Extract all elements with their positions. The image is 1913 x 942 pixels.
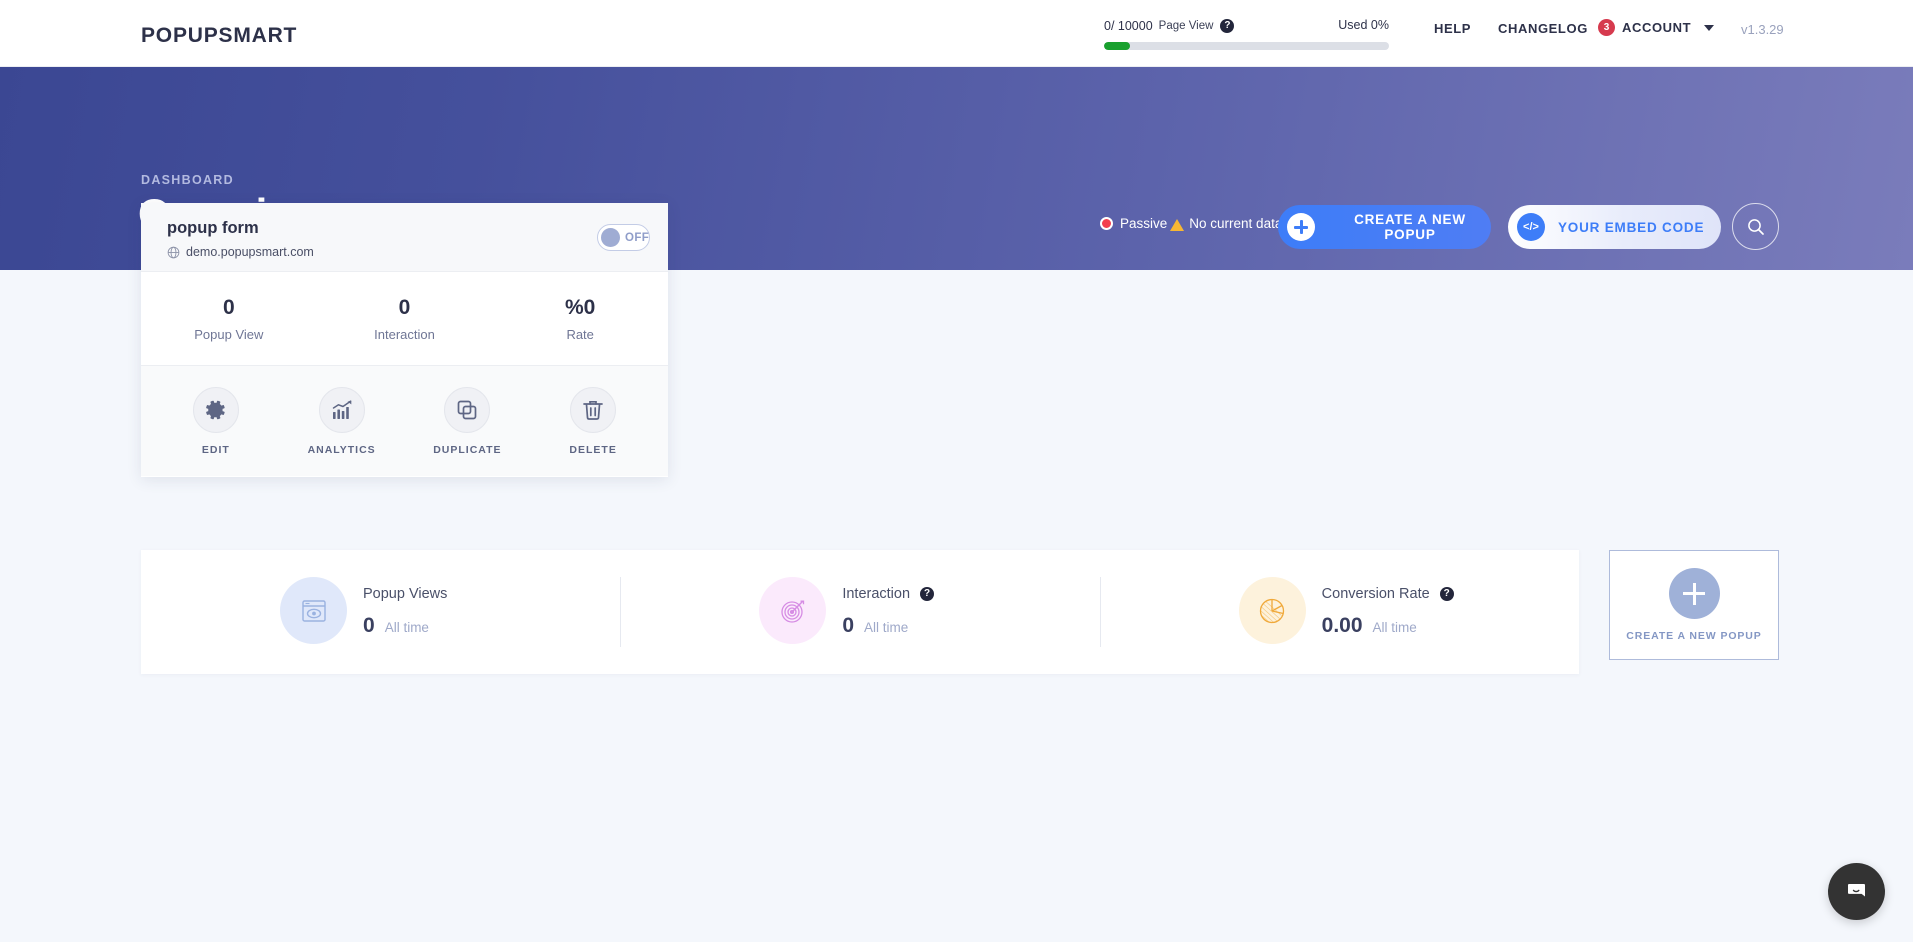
popup-stat-value: 0 xyxy=(398,295,411,319)
toggle-knob xyxy=(601,228,620,247)
popup-card-actions: EDIT ANALYTICS DUPLICATE DELETE xyxy=(141,365,668,476)
trash-icon xyxy=(570,386,617,433)
search-button[interactable] xyxy=(1732,203,1779,250)
popup-stat-label: Interaction xyxy=(374,326,435,342)
page-view-usage: 0/ 10000 Page View ? Used 0% xyxy=(1104,18,1389,50)
record-dot-icon xyxy=(1100,217,1113,230)
usage-help-icon[interactable]: ? xyxy=(1220,19,1235,33)
account-notification-badge: 3 xyxy=(1598,19,1615,36)
usage-used-percent: Used 0% xyxy=(1338,18,1389,32)
chevron-down-icon xyxy=(1704,24,1715,31)
app-version: v1.3.29 xyxy=(1741,22,1784,37)
status-state: Passive xyxy=(1120,216,1168,231)
popup-status-toggle[interactable]: OFF xyxy=(597,224,650,251)
your-embed-code-label: YOUR EMBED CODE xyxy=(1558,219,1705,235)
status-message: No current data xyxy=(1189,216,1283,231)
stat-value: 0 xyxy=(842,614,855,637)
globe-icon xyxy=(167,246,180,259)
popup-stat-label: Rate xyxy=(566,326,594,342)
account-label: ACCOUNT xyxy=(1622,20,1692,35)
popup-card-url: demo.popupsmart.com xyxy=(186,245,314,259)
target-dart-icon xyxy=(759,577,827,644)
stat-cell-popup-views: Popup Views 0 All time xyxy=(141,550,620,674)
stat-subtitle: All time xyxy=(384,620,429,635)
create-new-popup-button[interactable]: CREATE A NEW POPUP xyxy=(1278,205,1491,249)
stat-value: 0.00 xyxy=(1321,614,1363,637)
popup-action-edit[interactable]: EDIT xyxy=(153,386,279,456)
stat-subtitle: All time xyxy=(1372,620,1417,635)
create-new-popup-tile[interactable]: CREATE A NEW POPUP xyxy=(1609,550,1779,660)
usage-label: Page View xyxy=(1158,20,1214,32)
create-new-popup-tile-label: CREATE A NEW POPUP xyxy=(1626,630,1762,642)
intercom-chat-button[interactable] xyxy=(1828,863,1885,920)
nav-item-help[interactable]: HELP xyxy=(1434,21,1471,36)
popup-action-label: EDIT xyxy=(201,443,230,456)
popup-card-header: popup form demo.popupsmart.com OFF xyxy=(141,203,668,272)
nav-item-changelog[interactable]: CHANGELOG xyxy=(1498,21,1588,36)
app-logo[interactable]: POPUPSMART xyxy=(141,24,297,48)
popup-card-url-row: demo.popupsmart.com xyxy=(167,245,314,259)
usage-count: 0/ 10000 xyxy=(1104,19,1153,33)
popup-action-label: ANALYTICS xyxy=(307,443,376,456)
stat-cell-interaction: Interaction ? 0 All time xyxy=(620,550,1099,674)
code-brackets-icon: </> xyxy=(1517,213,1545,241)
create-new-popup-label: CREATE A NEW POPUP xyxy=(1354,212,1466,242)
popup-card-stats: 0 Popup View 0 Interaction %0 Rate xyxy=(141,272,668,365)
stat-help-icon[interactable]: ? xyxy=(1439,587,1454,601)
stat-title: Interaction xyxy=(842,586,911,602)
plus-icon xyxy=(1668,568,1720,619)
popup-card-title: popup form xyxy=(167,219,259,237)
chat-bubble-icon xyxy=(1847,883,1865,896)
popup-stat-interaction: 0 Interaction xyxy=(317,296,493,342)
bar-chart-icon xyxy=(318,386,365,433)
popup-action-delete[interactable]: DELETE xyxy=(530,386,656,456)
popup-stat-value: 0 xyxy=(222,295,235,319)
warning-triangle-icon xyxy=(1170,218,1185,231)
top-bar: POPUPSMART 0/ 10000 Page View ? Used 0% … xyxy=(0,0,1913,67)
copy-icon xyxy=(444,386,491,433)
browser-eye-icon xyxy=(280,577,347,644)
popup-action-label: DUPLICATE xyxy=(433,443,502,456)
usage-progress-track xyxy=(1104,42,1389,50)
popup-card: popup form demo.popupsmart.com OFF 0 Pop… xyxy=(141,203,668,477)
plus-icon xyxy=(1287,213,1315,241)
search-icon xyxy=(1747,218,1764,235)
summary-stats-bar: Popup Views 0 All time Interaction ? 0 A… xyxy=(141,550,1579,674)
stat-title: Popup Views xyxy=(363,586,448,602)
popup-stat-popup-view: 0 Popup View xyxy=(141,296,317,342)
popup-stat-value: %0 xyxy=(565,295,596,319)
popup-stat-label: Popup View xyxy=(194,326,264,342)
account-menu[interactable]: 3 ACCOUNT xyxy=(1598,19,1715,36)
popup-stat-rate: %0 Rate xyxy=(492,296,668,342)
stat-cell-conversion-rate: Conversion Rate ? 0.00 All time xyxy=(1099,550,1579,674)
status-badge: Passive No current data xyxy=(1100,216,1282,231)
popup-action-label: DELETE xyxy=(569,443,617,456)
breadcrumb: DASHBOARD xyxy=(141,173,234,187)
your-embed-code-button[interactable]: </> YOUR EMBED CODE xyxy=(1508,205,1721,249)
popup-action-analytics[interactable]: ANALYTICS xyxy=(279,386,405,456)
stat-subtitle: All time xyxy=(864,620,909,635)
usage-progress-fill xyxy=(1104,42,1130,50)
stat-help-icon[interactable]: ? xyxy=(920,587,935,601)
stat-title: Conversion Rate xyxy=(1321,586,1430,602)
popup-action-duplicate[interactable]: DUPLICATE xyxy=(405,386,531,456)
toggle-state-label: OFF xyxy=(625,231,650,244)
pie-chart-icon xyxy=(1238,577,1306,644)
stat-value: 0 xyxy=(363,614,375,637)
gear-icon xyxy=(192,386,239,433)
